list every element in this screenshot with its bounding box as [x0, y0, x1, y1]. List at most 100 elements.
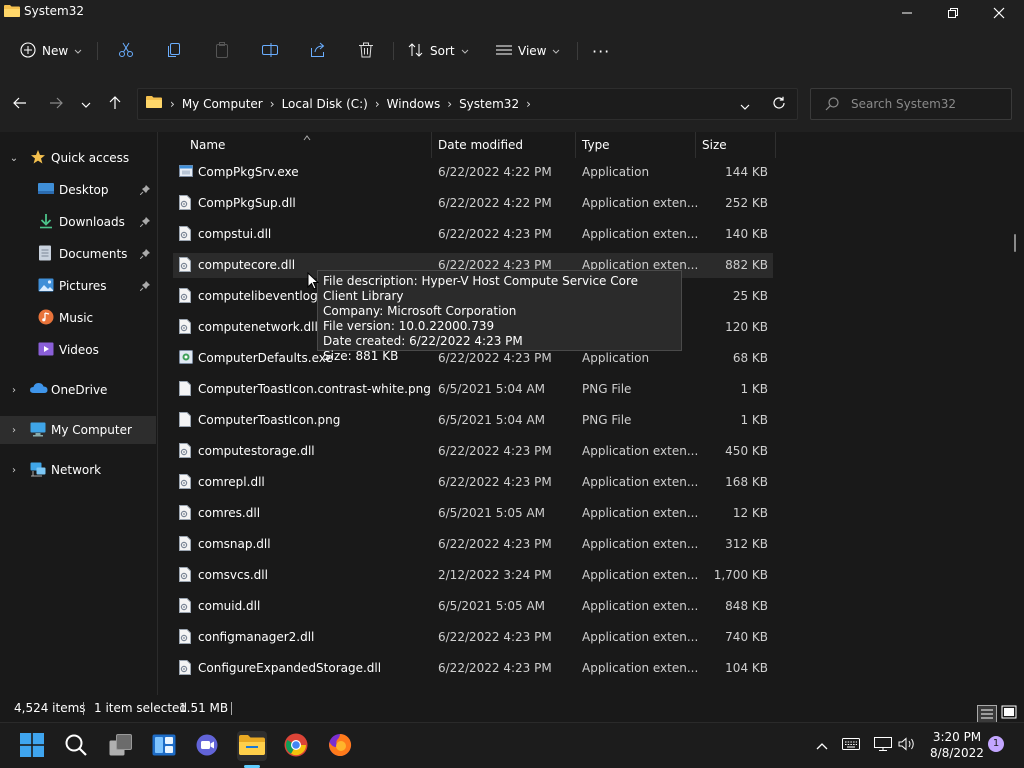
breadcrumb-windows[interactable]: Windows: [382, 97, 446, 111]
table-row[interactable]: ConfigureExpandedStorage.dll 6/22/2022 4:…: [173, 656, 773, 681]
volume-button[interactable]: [898, 737, 916, 754]
column-header-label: Name: [190, 138, 226, 152]
table-row[interactable]: CompPkgSrv.exe 6/22/2022 4:22 PM Applicati…: [173, 160, 773, 185]
back-button[interactable]: [10, 94, 30, 114]
chrome-taskbar-button[interactable]: [281, 731, 311, 761]
table-row[interactable]: ComputerToastIcon.png 6/5/2021 5:04 AM PNG…: [173, 408, 773, 433]
png-file-icon: [179, 381, 191, 399]
copy-button[interactable]: [166, 36, 182, 66]
network-status-button[interactable]: [874, 737, 892, 754]
breadcrumb-system32[interactable]: System32: [454, 97, 524, 111]
table-row[interactable]: comsvcs.dll 2/12/2022 3:24 PM Application …: [173, 563, 773, 588]
arrow-up-icon: [109, 95, 121, 113]
table-row[interactable]: comrepl.dll 6/22/2022 4:23 PM Application …: [173, 470, 773, 495]
close-button[interactable]: [976, 0, 1022, 28]
sidebar-item-quick-access[interactable]: ⌄ Quick access: [0, 144, 156, 172]
sidebar-item-onedrive[interactable]: › OneDrive: [0, 376, 156, 404]
new-button[interactable]: New: [20, 36, 82, 66]
table-row[interactable]: computestorage.dll 6/22/2022 4:23 PM Appli…: [173, 439, 773, 464]
chrome-icon: [284, 733, 308, 760]
chevron-right-icon[interactable]: ›: [8, 385, 20, 396]
minimize-button[interactable]: [884, 0, 930, 28]
recent-locations-button[interactable]: [76, 94, 96, 114]
address-history-dropdown[interactable]: [740, 99, 750, 113]
scrollbar-thumb[interactable]: [1014, 234, 1016, 252]
paste-button[interactable]: [214, 36, 230, 66]
column-header-date[interactable]: Date modified: [438, 132, 573, 158]
sort-icon: [408, 42, 424, 61]
teams-chat-button[interactable]: [193, 731, 223, 761]
start-button[interactable]: [17, 731, 47, 761]
sort-label: Sort: [430, 44, 455, 58]
more-options-button[interactable]: ···: [592, 36, 610, 66]
rename-button[interactable]: [262, 36, 278, 66]
table-row[interactable]: comsnap.dll 6/22/2022 4:23 PM Application …: [173, 532, 773, 557]
sidebar-item-documents[interactable]: Documents: [0, 240, 156, 268]
sidebar-item-network[interactable]: › Network: [0, 456, 156, 484]
file-name: comsvcs.dll: [198, 568, 268, 582]
file-name: ComputerDefaults.exe: [198, 351, 333, 365]
column-divider[interactable]: [695, 132, 696, 158]
sort-ascending-icon: [303, 132, 311, 144]
task-view-button[interactable]: [106, 731, 136, 761]
delete-button[interactable]: [358, 36, 374, 66]
table-row[interactable]: compstui.dll 6/22/2022 4:23 PM Application…: [173, 222, 773, 247]
arrow-right-icon: [49, 97, 63, 112]
refresh-button[interactable]: [772, 96, 786, 113]
sidebar-item-downloads[interactable]: Downloads: [0, 208, 156, 236]
table-row[interactable]: comres.dll 6/5/2021 5:05 AM Application ex…: [173, 501, 773, 526]
search-box[interactable]: Search System32: [810, 88, 1012, 120]
pin-icon[interactable]: [139, 280, 150, 294]
column-header-type[interactable]: Type: [582, 132, 692, 158]
pictures-icon: [38, 277, 54, 293]
clock[interactable]: 3:20 PM 8/8/2022: [924, 729, 990, 761]
forward-button[interactable]: [46, 94, 66, 114]
file-explorer-taskbar-button[interactable]: [237, 731, 267, 761]
address-bar[interactable]: › My Computer › Local Disk (C:) › Window…: [137, 88, 798, 120]
sidebar-item-music[interactable]: Music: [0, 304, 156, 332]
sidebar-item-my-computer[interactable]: › My Computer: [0, 416, 156, 444]
column-divider[interactable]: [431, 132, 432, 158]
sidebar-item-pictures[interactable]: Pictures: [0, 272, 156, 300]
search-taskbar-button[interactable]: [61, 731, 91, 761]
widgets-button[interactable]: [149, 731, 179, 761]
table-row[interactable]: CompPkgSup.dll 6/22/2022 4:22 PM Applicati…: [173, 191, 773, 216]
table-row[interactable]: configmanager2.dll 6/22/2022 4:23 PM Appli…: [173, 625, 773, 650]
pin-icon[interactable]: [139, 248, 150, 262]
title-bar: System32: [0, 0, 1024, 28]
music-icon: [38, 309, 54, 325]
file-type: PNG File: [582, 413, 632, 427]
dll-file-icon: [179, 474, 191, 492]
restore-button[interactable]: [930, 0, 976, 28]
view-button[interactable]: View: [496, 36, 560, 66]
chevron-right-icon[interactable]: ›: [8, 465, 20, 476]
pin-icon[interactable]: [139, 216, 150, 230]
sidebar-item-videos[interactable]: Videos: [0, 336, 156, 364]
breadcrumb-my-computer[interactable]: My Computer: [177, 97, 268, 111]
show-hidden-icons-button[interactable]: [816, 739, 828, 753]
file-date-modified: 6/22/2022 4:23 PM: [438, 537, 552, 551]
column-header-size[interactable]: Size: [702, 132, 774, 158]
firefox-taskbar-button[interactable]: [325, 731, 355, 761]
table-row[interactable]: comuid.dll 6/5/2021 5:05 AM Application ex…: [173, 594, 773, 619]
pin-icon[interactable]: [139, 184, 150, 198]
table-row[interactable]: ComputerToastIcon.contrast-white.png 6/5/…: [173, 377, 773, 402]
file-size: 104 KB: [725, 661, 768, 675]
item-count: 4,524 items: [14, 701, 86, 715]
chevron-right-icon[interactable]: ›: [8, 425, 20, 436]
column-divider[interactable]: [575, 132, 576, 158]
column-divider[interactable]: [775, 132, 776, 158]
file-type: Application exten...: [582, 599, 699, 613]
breadcrumb-local-disk[interactable]: Local Disk (C:): [277, 97, 373, 111]
up-button[interactable]: [105, 94, 125, 114]
breadcrumb-separator-icon: ›: [526, 96, 531, 111]
sort-button[interactable]: Sort: [408, 36, 469, 66]
keyboard-layout-button[interactable]: [842, 738, 860, 753]
sidebar-item-desktop[interactable]: Desktop: [0, 176, 156, 204]
notification-badge[interactable]: 1: [988, 736, 1004, 752]
share-button[interactable]: [310, 36, 326, 66]
sidebar-item-label: Network: [51, 463, 102, 477]
tooltip-version: File version: 10.0.22000.739: [323, 319, 495, 333]
cut-button[interactable]: [118, 36, 134, 66]
chevron-down-icon[interactable]: ⌄: [8, 153, 20, 164]
